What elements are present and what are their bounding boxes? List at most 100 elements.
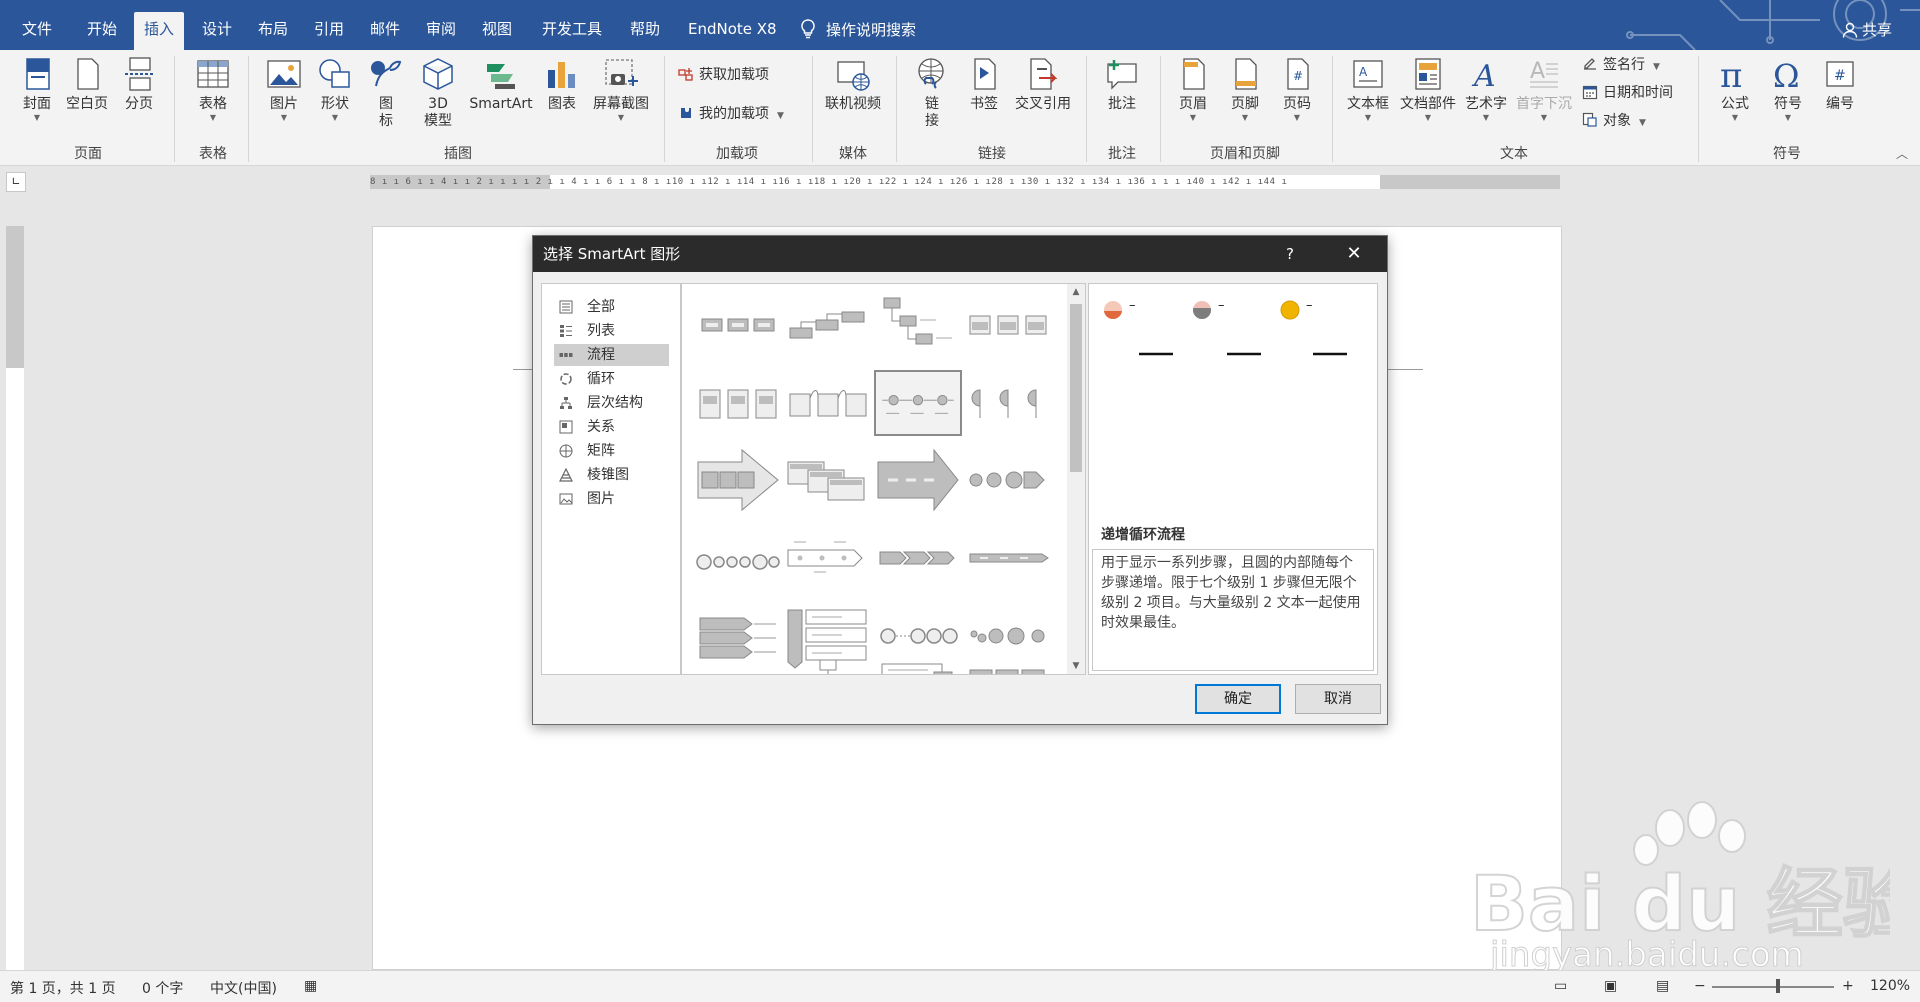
print-layout-icon[interactable]: ▣ bbox=[1604, 978, 1617, 994]
layout-thumbnail[interactable] bbox=[694, 526, 782, 592]
chart-button[interactable]: 图表 bbox=[540, 56, 584, 113]
tab-endnote[interactable]: EndNote X8 bbox=[678, 12, 787, 50]
drop-cap-button[interactable]: A 首字下沉 ▼ bbox=[1512, 56, 1576, 123]
tab-review[interactable]: 审阅 bbox=[416, 12, 466, 50]
tab-design[interactable]: 设计 bbox=[192, 12, 242, 50]
screenshot-button[interactable]: 屏幕截图 ▼ bbox=[588, 56, 654, 123]
symbol-button[interactable]: Ω 符号 ▼ bbox=[1764, 56, 1812, 123]
layout-thumbnail[interactable] bbox=[784, 448, 872, 514]
online-video-button[interactable]: 联机视频 bbox=[820, 56, 886, 113]
bookmark-button[interactable]: 书签 bbox=[962, 56, 1006, 113]
page-break-button[interactable]: 分页 bbox=[116, 56, 162, 113]
equation-button[interactable]: π 公式 ▼ bbox=[1710, 56, 1760, 123]
help-button[interactable]: ? bbox=[1275, 236, 1305, 272]
wordart-button[interactable]: A 艺术字 ▼ bbox=[1460, 56, 1512, 123]
read-mode-icon[interactable]: ▭ bbox=[1554, 978, 1567, 994]
tell-me-search[interactable]: 操作说明搜索 bbox=[800, 14, 916, 48]
textbox-button[interactable]: A 文本框 ▼ bbox=[1342, 56, 1394, 123]
tab-layout[interactable]: 布局 bbox=[248, 12, 298, 50]
category-hierarchy[interactable]: 层次结构 bbox=[554, 392, 669, 414]
category-pyramid[interactable]: 棱锥图 bbox=[554, 464, 669, 486]
zoom-out-button[interactable]: − bbox=[1694, 978, 1706, 994]
my-addins-button[interactable]: 我的加载项 ▼ bbox=[678, 103, 784, 125]
word-count[interactable]: 0 个字 bbox=[142, 978, 183, 998]
scrollbar-thumb[interactable] bbox=[1070, 304, 1082, 472]
link-button[interactable]: 链 接 bbox=[908, 56, 956, 130]
zoom-level[interactable]: 120% bbox=[1870, 978, 1910, 994]
pictures-button[interactable]: 图片 ▼ bbox=[262, 56, 306, 123]
language[interactable]: 中文(中国) bbox=[210, 978, 277, 998]
collapse-ribbon-button[interactable]: ︿ bbox=[1892, 146, 1912, 163]
zoom-in-button[interactable]: + bbox=[1842, 978, 1854, 994]
tab-selector[interactable]: ∟ bbox=[6, 172, 26, 192]
zoom-slider-thumb[interactable] bbox=[1776, 979, 1780, 993]
layout-thumbnail[interactable] bbox=[964, 370, 1052, 436]
tab-references[interactable]: 引用 bbox=[304, 12, 354, 50]
number-button[interactable]: # 编号 bbox=[1816, 56, 1864, 113]
category-picture[interactable]: 图片 bbox=[554, 488, 669, 510]
layout-thumbnail[interactable] bbox=[874, 448, 962, 514]
category-all[interactable]: 全部 bbox=[554, 296, 669, 318]
category-relationship[interactable]: 关系 bbox=[554, 416, 669, 438]
category-process[interactable]: 流程 bbox=[554, 344, 669, 366]
shapes-button[interactable]: 形状 ▼ bbox=[312, 56, 358, 123]
web-layout-icon[interactable]: ▤ bbox=[1656, 978, 1669, 994]
icons-button[interactable]: 图 标 bbox=[366, 56, 406, 130]
layout-thumbnail[interactable] bbox=[784, 370, 872, 436]
cover-page-button[interactable]: 封面 ▼ bbox=[14, 56, 60, 123]
get-addins-button[interactable]: 获取加载项 bbox=[678, 64, 769, 86]
layout-thumbnail[interactable] bbox=[694, 448, 782, 514]
layout-thumbnail[interactable] bbox=[964, 660, 1052, 675]
category-cycle[interactable]: 循环 bbox=[554, 368, 669, 390]
scroll-down-arrow-icon[interactable]: ▼ bbox=[1067, 658, 1085, 674]
tab-help[interactable]: 帮助 bbox=[620, 12, 670, 50]
scroll-up-arrow-icon[interactable]: ▲ bbox=[1067, 284, 1085, 300]
footer-button[interactable]: 页脚 ▼ bbox=[1222, 56, 1268, 123]
tab-file[interactable]: 文件 bbox=[12, 12, 62, 50]
cross-reference-button[interactable]: 交叉引用 bbox=[1010, 56, 1076, 113]
layout-thumbnail[interactable] bbox=[964, 292, 1052, 358]
layout-thumbnail-selected[interactable] bbox=[874, 370, 962, 436]
blank-page-button[interactable]: 空白页 bbox=[62, 56, 112, 113]
page-count[interactable]: 第 1 页，共 1 页 bbox=[10, 978, 116, 998]
proofing-icon[interactable]: ▦ bbox=[304, 978, 317, 994]
cancel-button[interactable]: 取消 bbox=[1295, 684, 1381, 714]
tab-view[interactable]: 视图 bbox=[472, 12, 522, 50]
close-button[interactable]: ✕ bbox=[1339, 236, 1369, 272]
tab-mailings[interactable]: 邮件 bbox=[360, 12, 410, 50]
page-number-button[interactable]: # 页码 ▼ bbox=[1274, 56, 1320, 123]
tab-insert[interactable]: 插入 bbox=[134, 12, 185, 50]
vertical-ruler[interactable] bbox=[6, 226, 24, 970]
layout-thumbnail[interactable] bbox=[784, 526, 872, 592]
table-button[interactable]: 表格 ▼ bbox=[188, 56, 238, 123]
zoom-slider[interactable] bbox=[1712, 986, 1834, 988]
layout-thumbnail[interactable] bbox=[694, 660, 782, 675]
dropdown-arrow-icon: ▼ bbox=[1293, 113, 1301, 122]
comment-button[interactable]: 批注 bbox=[1098, 56, 1146, 113]
category-matrix[interactable]: 矩阵 bbox=[554, 440, 669, 462]
horizontal-ruler[interactable]: 8 ı ı 6 ı ı 4 ı ı 2 ı ı ı ı 2 ı ı 4 ı ı … bbox=[370, 175, 1560, 189]
quick-parts-button[interactable]: 文档部件 ▼ bbox=[1396, 56, 1460, 123]
gallery-scrollbar[interactable]: ▲ ▼ bbox=[1067, 284, 1085, 674]
date-time-button[interactable]: 日期和时间 bbox=[1582, 82, 1673, 104]
share-button[interactable]: 共享 bbox=[1842, 14, 1892, 48]
category-list-item[interactable]: 列表 bbox=[554, 320, 669, 342]
layout-thumbnail[interactable] bbox=[694, 370, 782, 436]
layout-thumbnail[interactable] bbox=[964, 448, 1052, 514]
tab-home[interactable]: 开始 bbox=[77, 12, 127, 50]
object-button[interactable]: 对象 ▼ bbox=[1582, 110, 1646, 132]
layout-thumbnail[interactable] bbox=[874, 292, 962, 358]
layout-thumbnail[interactable] bbox=[694, 292, 782, 358]
ok-button[interactable]: 确定 bbox=[1195, 684, 1281, 714]
layout-thumbnail[interactable] bbox=[874, 526, 962, 592]
signature-line-button[interactable]: 签名行 ▼ bbox=[1582, 54, 1660, 76]
smartart-button[interactable]: SmartArt bbox=[466, 56, 536, 113]
layout-thumbnail[interactable] bbox=[874, 660, 962, 675]
layout-thumbnail[interactable] bbox=[784, 660, 872, 675]
dialog-title-bar[interactable]: 选择 SmartArt 图形 ? ✕ bbox=[533, 236, 1387, 272]
layout-thumbnail[interactable] bbox=[784, 292, 872, 358]
tab-developer[interactable]: 开发工具 bbox=[532, 12, 612, 50]
3d-models-button[interactable]: 3D 模型 bbox=[416, 56, 460, 130]
header-button[interactable]: 页眉 ▼ bbox=[1170, 56, 1216, 123]
layout-thumbnail[interactable] bbox=[964, 526, 1052, 592]
